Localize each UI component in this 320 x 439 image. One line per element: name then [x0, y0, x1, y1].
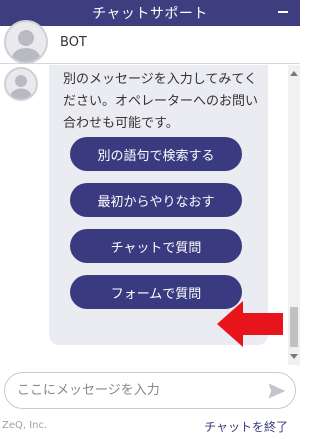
chat-header: チャットサポート: [0, 0, 300, 26]
user-silhouette-icon: [12, 30, 40, 62]
chat-title: チャットサポート: [92, 6, 208, 22]
minimize-icon[interactable]: [278, 11, 288, 13]
chat-scrollbar[interactable]: [288, 65, 300, 365]
user-silhouette-icon: [10, 75, 32, 99]
message-input[interactable]: [17, 373, 257, 408]
end-chat-link[interactable]: チャットを終了: [204, 418, 288, 435]
message-avatar: [4, 67, 38, 101]
scrollbar-thumb[interactable]: [290, 307, 298, 347]
brand-footer: ZeQ, Inc.: [2, 420, 48, 431]
bot-info-bar: BOT: [0, 20, 300, 64]
send-icon[interactable]: [267, 381, 287, 401]
chat-message-area: 別のメッセージを入力してみてください。オペレーターへのお問い合わせも可能です。 …: [0, 65, 288, 365]
red-arrow-icon: [217, 301, 283, 347]
bot-name: BOT: [60, 35, 87, 50]
choice-button-search-other[interactable]: 別の語句で検索する: [70, 137, 242, 171]
choice-button-restart[interactable]: 最初からやりなおす: [70, 183, 242, 217]
choice-button-chat-question[interactable]: チャットで質問: [70, 229, 242, 263]
bot-avatar: [4, 20, 48, 64]
scroll-up-icon[interactable]: [290, 71, 298, 76]
scroll-down-icon[interactable]: [290, 354, 298, 359]
bot-message-text: 別のメッセージを入力してみてください。オペレーターへのお問い合わせも可能です。: [63, 72, 259, 131]
message-input-box: [4, 372, 296, 409]
